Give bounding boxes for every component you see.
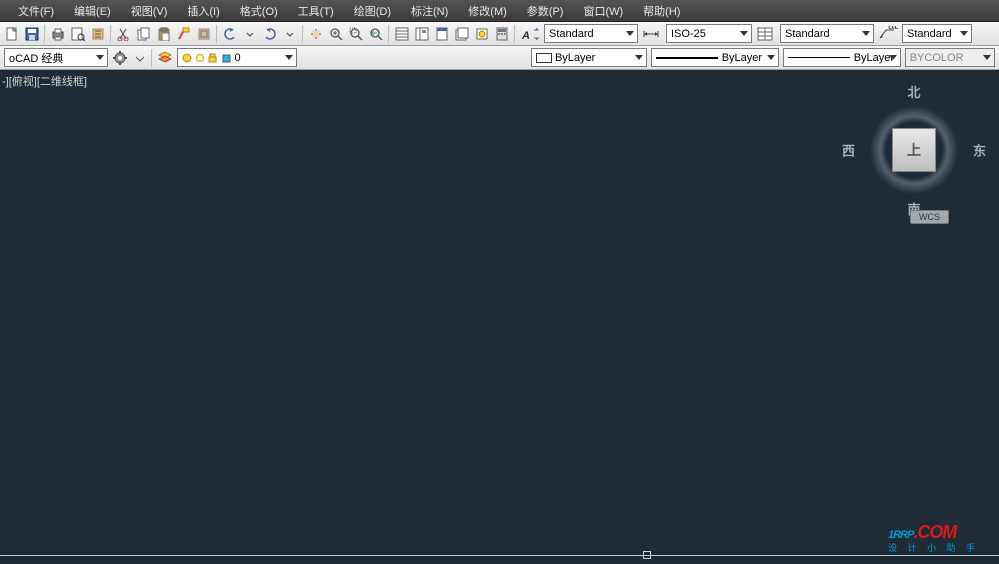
- separator: [110, 25, 112, 43]
- mleader-style-icon[interactable]: abc: [877, 25, 899, 43]
- viewcube-east-label[interactable]: 东: [973, 141, 986, 160]
- svg-text:abc: abc: [888, 26, 898, 32]
- linetype-value: ByLayer: [656, 52, 774, 64]
- text-style-value: Standard: [549, 28, 608, 40]
- menu-help[interactable]: 帮助(H): [633, 0, 690, 22]
- wcs-indicator[interactable]: WCS: [910, 210, 949, 224]
- layer-dropdown[interactable]: 0: [177, 48, 297, 67]
- match-properties-icon[interactable]: [175, 25, 193, 43]
- paste-icon[interactable]: [155, 25, 173, 43]
- cut-icon[interactable]: [115, 25, 133, 43]
- watermark-subtitle: 设 计 小 助 手: [888, 541, 979, 554]
- menu-insert[interactable]: 插入(I): [177, 0, 229, 22]
- color-value: ByLayer: [536, 52, 623, 64]
- workspace-settings-icon[interactable]: [111, 49, 129, 67]
- menu-tools[interactable]: 工具(T): [288, 0, 344, 22]
- separator: [302, 25, 304, 43]
- undo-icon[interactable]: [221, 25, 239, 43]
- zoom-realtime-icon[interactable]: [327, 25, 345, 43]
- sheet-set-icon[interactable]: [453, 25, 471, 43]
- separator: [151, 49, 153, 67]
- color-dropdown[interactable]: ByLayer: [531, 48, 647, 67]
- table-style-value: Standard: [785, 28, 844, 40]
- pan-icon[interactable]: [307, 25, 325, 43]
- zoom-previous-icon[interactable]: [367, 25, 385, 43]
- plotstyle-dropdown[interactable]: BYCOLOR: [905, 48, 995, 67]
- text-style-dropdown[interactable]: Standard: [544, 24, 638, 43]
- redo-dropdown-icon[interactable]: [281, 25, 299, 43]
- print-icon[interactable]: [49, 25, 67, 43]
- properties-icon[interactable]: [393, 25, 411, 43]
- plotstyle-value: BYCOLOR: [910, 52, 978, 64]
- viewcube-west-label[interactable]: 西: [842, 141, 855, 160]
- publish-icon[interactable]: [89, 25, 107, 43]
- text-style-icon[interactable]: A: [519, 25, 541, 43]
- menu-window[interactable]: 窗口(W): [573, 0, 633, 22]
- tool-palettes-icon[interactable]: [433, 25, 451, 43]
- separator: [216, 25, 218, 43]
- redo-icon[interactable]: [261, 25, 279, 43]
- menu-param[interactable]: 参数(P): [517, 0, 574, 22]
- lineweight-value: ByLayer: [788, 52, 896, 64]
- horizontal-guide-line: [0, 555, 999, 556]
- standard-toolbar: A Standard ISO-25 Standard abc Standard: [0, 22, 999, 46]
- layer-value: 0: [182, 52, 268, 64]
- viewcube-compass-ring[interactable]: [862, 98, 966, 202]
- markup-set-icon[interactable]: [473, 25, 491, 43]
- workspace-value: oCAD 经典: [9, 50, 77, 66]
- zoom-window-icon[interactable]: [347, 25, 365, 43]
- svg-text:A: A: [521, 30, 530, 42]
- layer-properties-icon[interactable]: [156, 49, 174, 67]
- snap-marker: [643, 551, 651, 559]
- block-editor-icon[interactable]: [195, 25, 213, 43]
- viewcube[interactable]: 北 南 东 西 上: [854, 90, 974, 210]
- copy-icon[interactable]: [135, 25, 153, 43]
- menu-view[interactable]: 视图(V): [121, 0, 178, 22]
- mleader-style-value: Standard: [907, 28, 966, 40]
- workspace-dropdown-arrow-icon[interactable]: [131, 49, 149, 67]
- lineweight-dropdown[interactable]: ByLayer: [783, 48, 901, 67]
- menu-file[interactable]: 文件(F): [8, 0, 64, 22]
- menu-format[interactable]: 格式(O): [230, 0, 288, 22]
- table-style-icon[interactable]: [755, 25, 777, 43]
- menu-bar: 文件(F) 编辑(E) 视图(V) 插入(I) 格式(O) 工具(T) 绘图(D…: [0, 0, 999, 22]
- properties-toolbar: oCAD 经典 0 ByLayer ByLayer ByLayer BYCOLO…: [0, 46, 999, 70]
- watermark-domain: .COM: [913, 522, 956, 542]
- design-center-icon[interactable]: [413, 25, 431, 43]
- separator: [388, 25, 390, 43]
- menu-edit[interactable]: 编辑(E): [64, 0, 121, 22]
- separator: [44, 25, 46, 43]
- print-preview-icon[interactable]: [69, 25, 87, 43]
- dim-style-dropdown[interactable]: ISO-25: [666, 24, 752, 43]
- dim-style-icon[interactable]: [641, 25, 663, 43]
- viewport-label[interactable]: -][俯视][二维线框]: [2, 73, 87, 89]
- table-style-dropdown[interactable]: Standard: [780, 24, 874, 43]
- menu-modify[interactable]: 修改(M): [458, 0, 517, 22]
- workspace-dropdown[interactable]: oCAD 经典: [4, 48, 108, 67]
- save-icon[interactable]: [23, 25, 41, 43]
- watermark-text: 1RRP: [888, 529, 913, 541]
- menu-dimension[interactable]: 标注(N): [401, 0, 458, 22]
- dim-style-value: ISO-25: [671, 28, 720, 40]
- new-icon[interactable]: [3, 25, 21, 43]
- viewcube-north-label[interactable]: 北: [907, 82, 920, 101]
- separator: [514, 25, 516, 43]
- mleader-style-dropdown[interactable]: Standard: [902, 24, 972, 43]
- menu-draw[interactable]: 绘图(D): [344, 0, 401, 22]
- quickcalc-icon[interactable]: [493, 25, 511, 43]
- linetype-dropdown[interactable]: ByLayer: [651, 48, 779, 67]
- undo-dropdown-icon[interactable]: [241, 25, 259, 43]
- watermark-logo: 1RRP.COM 设 计 小 助 手: [888, 513, 979, 554]
